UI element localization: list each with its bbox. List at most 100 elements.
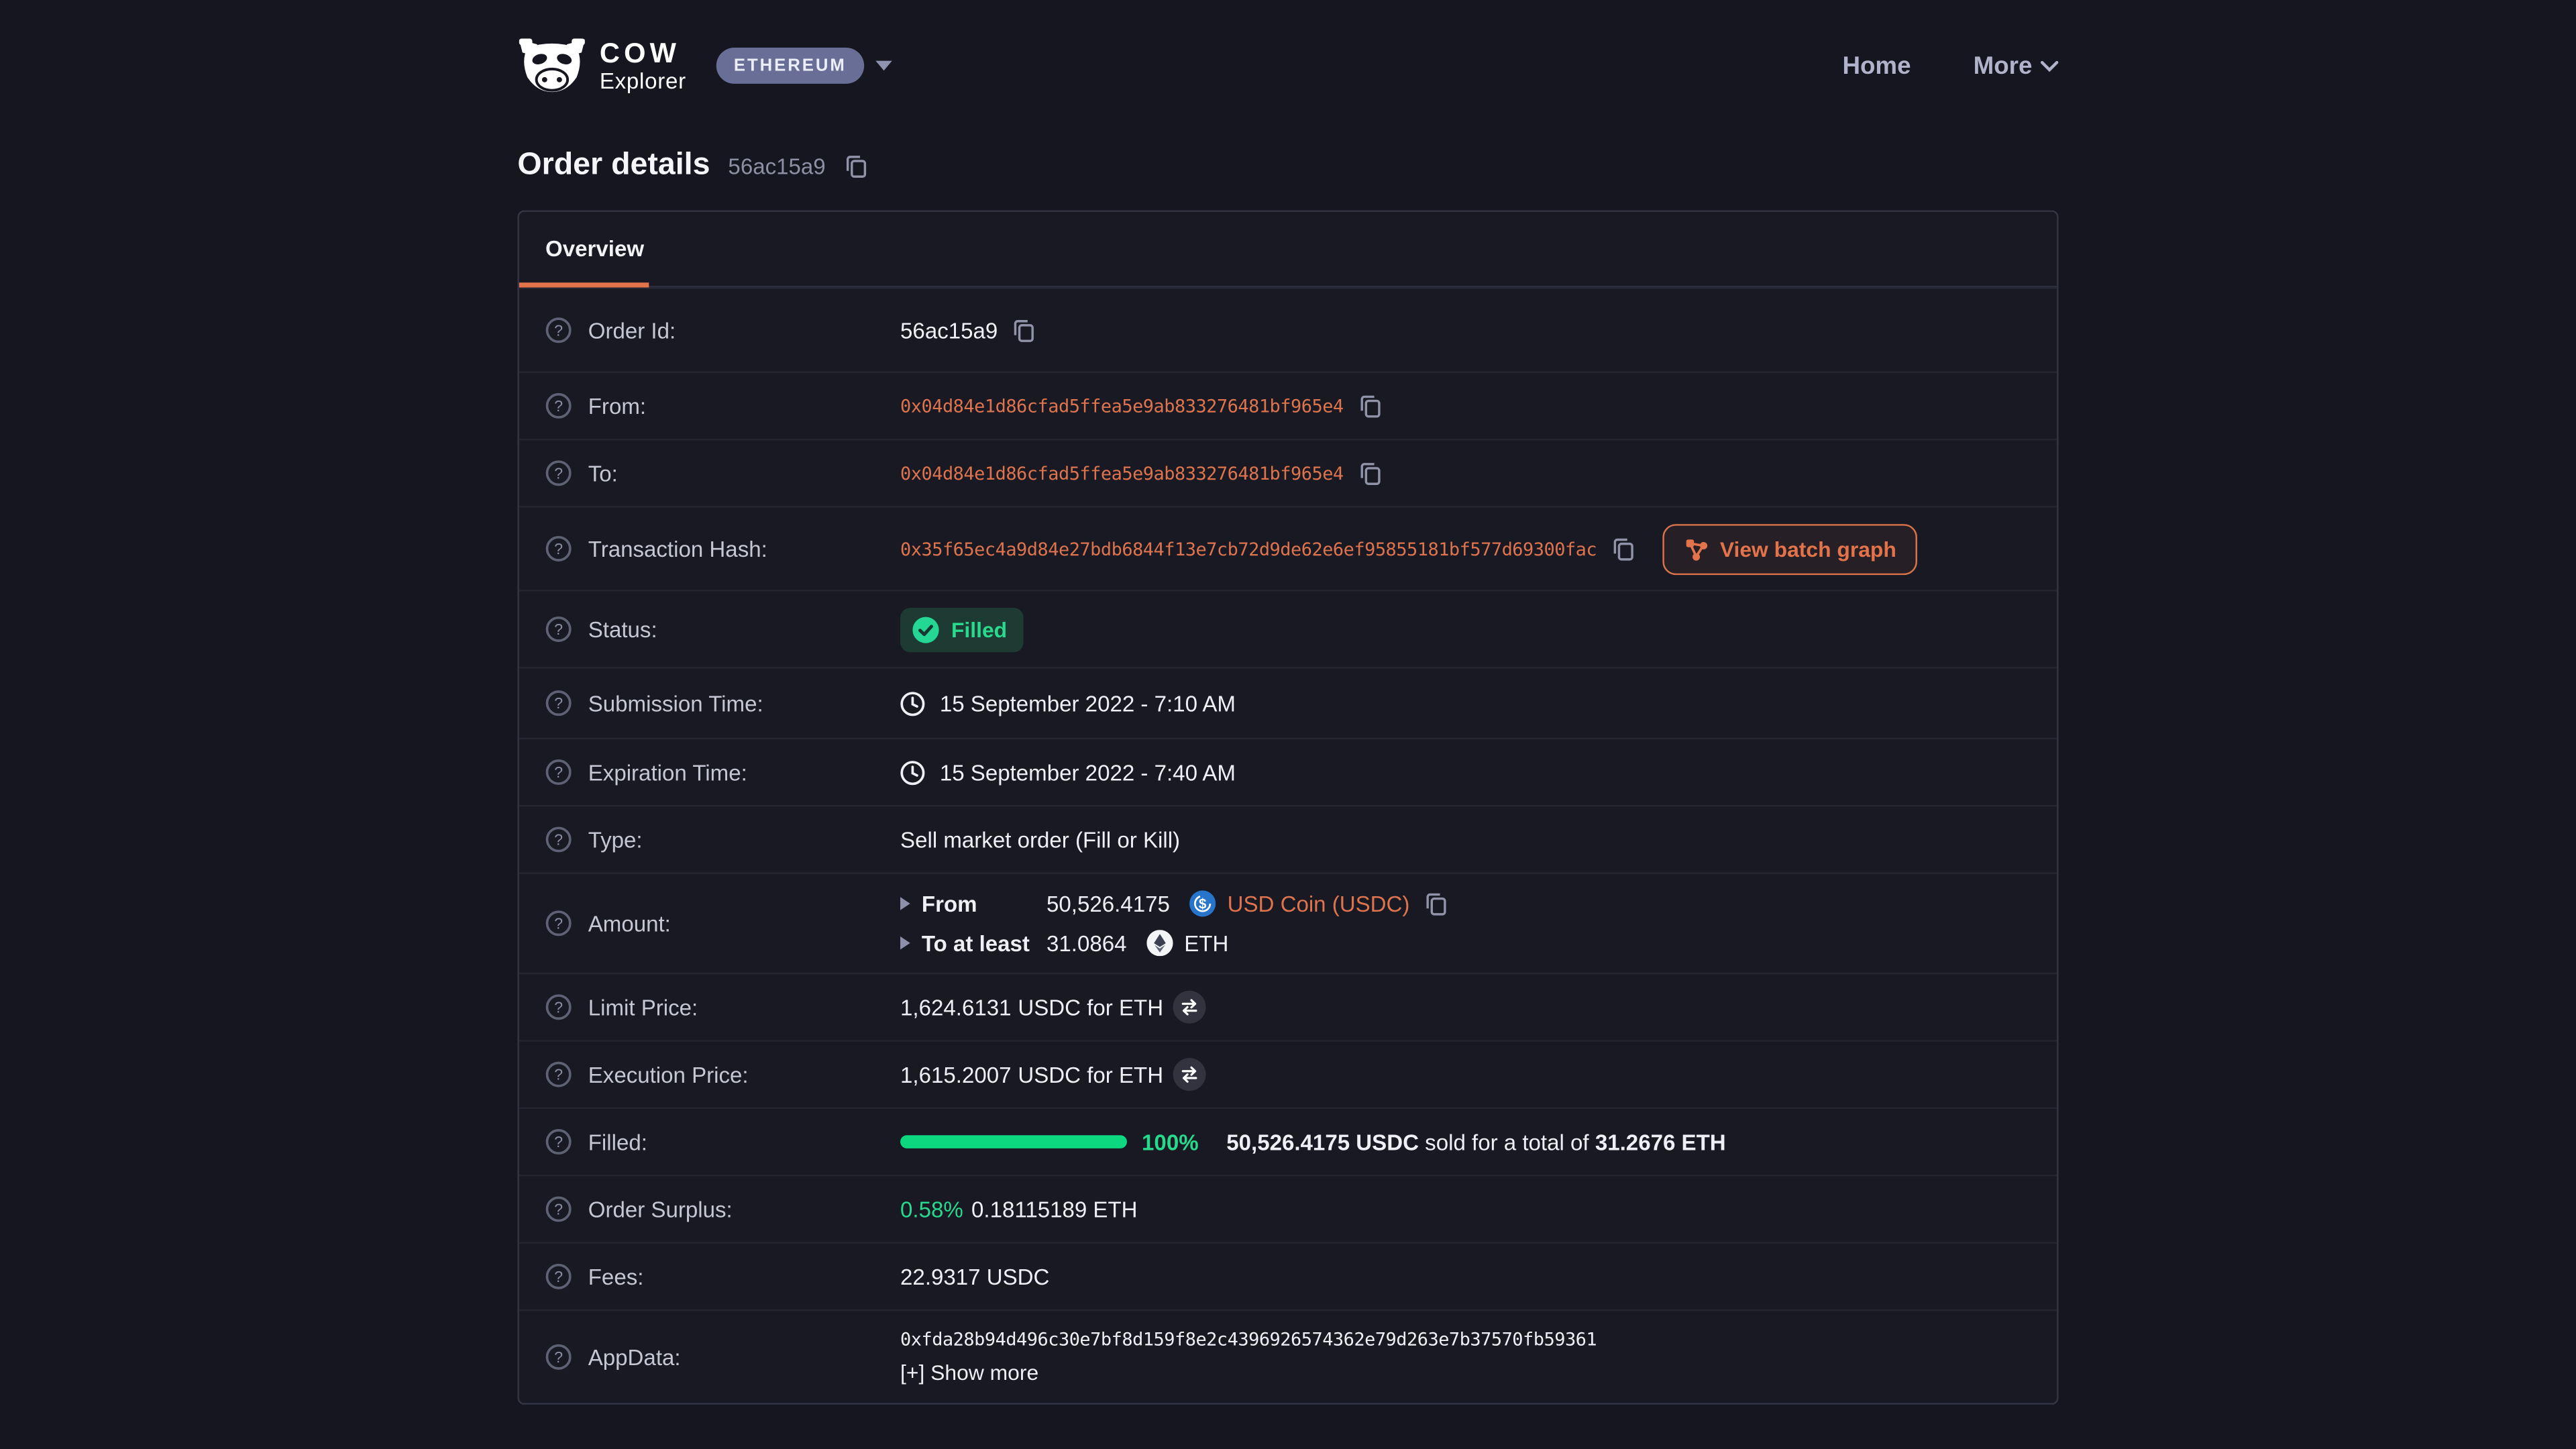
help-icon[interactable]: ? [545,826,572,853]
row-execution-price: ? Execution Price: 1,615.2007 USDC for E… [519,1040,2057,1107]
row-label-text: Transaction Hash: [588,537,767,561]
help-icon[interactable]: ? [545,1128,572,1155]
nav-home-label: Home [1842,52,1911,80]
usdc-token-name[interactable]: USD Coin (USDC) [1228,892,1410,916]
help-icon[interactable]: ? [545,460,572,486]
svg-text:$: $ [1199,896,1207,912]
help-icon[interactable]: ? [545,616,572,642]
submission-time-value: 15 September 2022 - 7:10 AM [940,691,1236,716]
amount-to-label: To at least [922,930,1046,955]
svg-text:?: ? [554,763,563,781]
status-badge: Filled [900,607,1024,651]
filled-progress-bar [900,1135,1127,1148]
amount-to-value: 31.0864 [1046,930,1127,955]
network-badge[interactable]: ETHEREUM [716,48,865,84]
svg-text:?: ? [554,464,563,482]
eth-icon [1146,930,1173,956]
tab-active-underline [519,282,649,287]
row-order-surplus: ? Order Surplus: 0.58% 0.18115189 ETH [519,1175,2057,1242]
eth-token-link[interactable]: ETH [1146,930,1228,956]
nav-item-home[interactable]: Home [1842,52,1911,80]
to-copy-icon[interactable] [1358,461,1381,486]
svg-text:?: ? [554,1133,563,1150]
check-circle-icon [912,615,940,643]
from-copy-icon[interactable] [1358,394,1381,419]
header: COW Explorer ETHEREUM Home More [517,0,2058,109]
svg-text:?: ? [554,998,563,1016]
tx-hash-copy-icon[interactable] [1611,537,1634,561]
nav-item-more[interactable]: More [1974,52,2059,80]
help-icon[interactable]: ? [545,994,572,1020]
svg-text:?: ? [554,1201,563,1218]
surplus-percent: 0.58% [900,1197,963,1222]
help-icon[interactable]: ? [545,317,572,343]
token-copy-icon[interactable] [1424,892,1447,916]
title-copy-icon[interactable] [844,154,867,178]
row-label-text: Amount: [588,911,671,936]
triangle-right-icon [900,897,910,910]
help-icon[interactable]: ? [545,535,572,561]
from-address-link[interactable]: 0x04d84e1d86cfad5ffea5e9ab833276481bf965… [900,395,1344,417]
chevron-down-icon [2041,60,2059,71]
main-nav: Home More [1842,52,2058,80]
filled-amount-sold: 50,526.4175 USDC [1226,1130,1419,1155]
order-id-copy-icon[interactable] [1012,318,1035,343]
svg-text:?: ? [554,694,563,712]
row-limit-price: ? Limit Price: 1,624.6131 USDC for ETH [519,973,2057,1040]
help-icon[interactable]: ? [545,910,572,936]
help-icon[interactable]: ? [545,1061,572,1087]
usdc-icon: $ [1189,890,1216,916]
execution-price-value: 1,615.2007 [900,1062,1011,1087]
row-label-text: From: [588,394,646,419]
page-title-row: Order details 56ac15a9 [517,148,2058,184]
cow-explorer-logo[interactable]: COW Explorer [517,38,686,93]
cow-logo-icon [517,38,586,93]
row-appdata: ? AppData: 0xfda28b94d496c30e7bf8d159f8e… [519,1309,2057,1403]
help-icon[interactable]: ? [545,759,572,785]
help-icon[interactable]: ? [545,1196,572,1222]
clock-icon [900,760,925,785]
svg-text:?: ? [554,831,563,849]
view-batch-graph-label: View batch graph [1720,537,1896,561]
swap-price-icon[interactable] [1173,991,1206,1024]
tx-hash-link[interactable]: 0x35f65ec4a9d84e27bdb6844f13e7cb72d9de62… [900,538,1597,559]
appdata-hash: 0xfda28b94d496c30e7bf8d159f8e2c439692657… [900,1329,1597,1350]
help-icon[interactable]: ? [545,690,572,716]
network-selector[interactable]: ETHEREUM [716,48,892,84]
logo-wordmark: COW [600,39,686,67]
appdata-show-more[interactable]: [+] Show more [900,1360,1038,1385]
row-label-text: Status: [588,617,657,642]
help-icon[interactable]: ? [545,1263,572,1289]
execution-price-unit: USDC for ETH [1018,1062,1163,1087]
row-label-text: Order Id: [588,318,676,343]
svg-text:?: ? [554,914,563,932]
row-label-text: Submission Time: [588,691,763,716]
eth-token-name[interactable]: ETH [1184,930,1228,955]
status-value: Filled [951,617,1007,642]
help-icon[interactable]: ? [545,1344,572,1370]
amount-from-line: From 50,526.4175 $ USD Coin (USDC) [900,890,1448,916]
filled-percent: 100% [1142,1130,1199,1155]
row-label-text: Filled: [588,1130,647,1155]
svg-text:?: ? [554,540,563,557]
tab-overview[interactable]: Overview [519,212,670,286]
view-batch-graph-button[interactable]: View batch graph [1662,523,1918,574]
row-label-text: AppData: [588,1344,681,1369]
row-submission-time: ? Submission Time: 15 September 2022 - 7… [519,667,2057,737]
limit-price-unit: USDC for ETH [1018,995,1163,1020]
row-label-text: Order Surplus: [588,1197,733,1222]
swap-price-icon[interactable] [1173,1058,1206,1091]
row-order-id: ? Order Id: 56ac15a9 [519,288,2057,372]
row-label-text: Type: [588,827,643,852]
svg-text:?: ? [554,321,563,339]
usdc-token-link[interactable]: $ USD Coin (USDC) [1189,890,1409,916]
svg-text:?: ? [554,1348,563,1366]
svg-text:?: ? [554,1268,563,1285]
svg-text:?: ? [554,397,563,415]
batch-graph-icon [1684,537,1709,561]
to-address-link[interactable]: 0x04d84e1d86cfad5ffea5e9ab833276481bf965… [900,462,1344,484]
tabbar: Overview [519,212,2057,288]
row-label-text: Expiration Time: [588,760,747,785]
page-title: Order details [517,148,710,184]
help-icon[interactable]: ? [545,392,572,419]
